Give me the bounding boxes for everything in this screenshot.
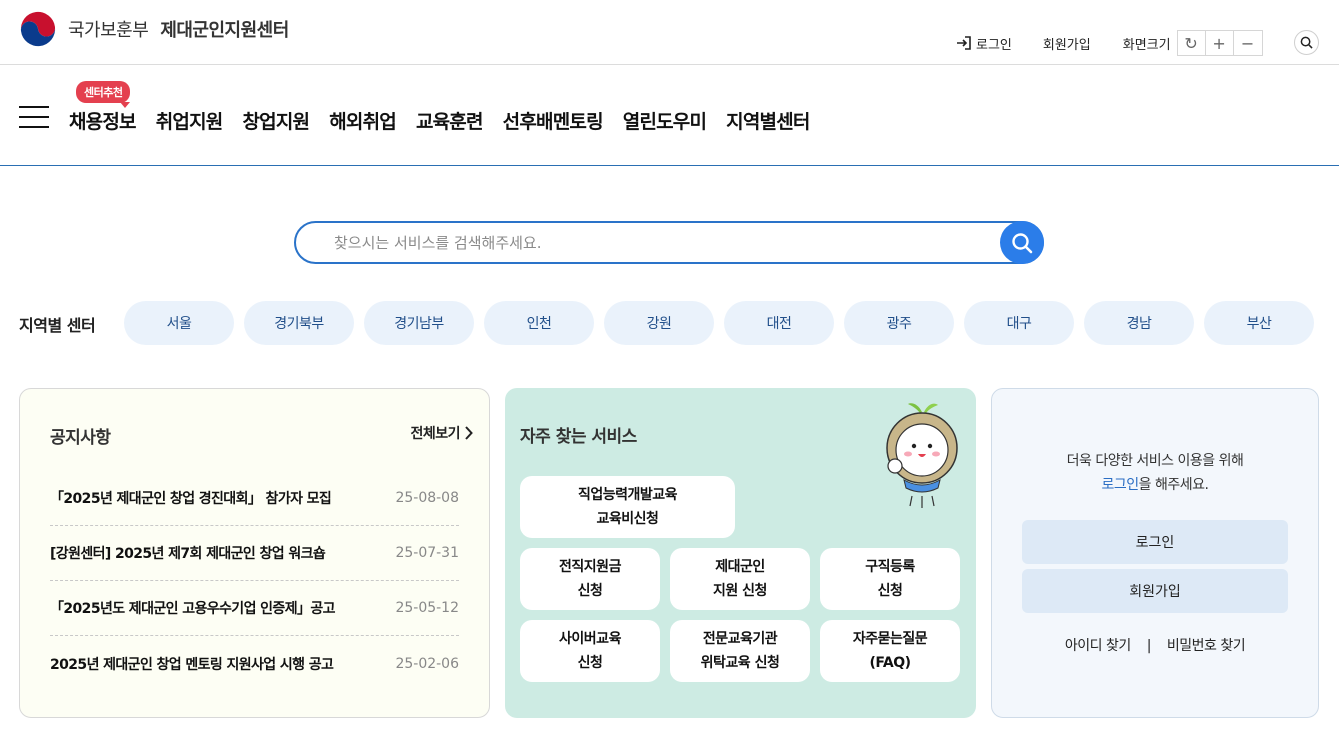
mascot-character-icon [886, 403, 958, 508]
service-training-fee[interactable]: 직업능력개발교육 교육비신청 [520, 476, 735, 538]
notice-list: 「2025년 제대군인 창업 경진대회」 참가자 모집 25-08-08 [강원… [50, 471, 459, 691]
gnb-item-overseas-jobs[interactable]: 해외취업 [329, 107, 397, 134]
notice-card: 공지사항 전체보기 「2025년 제대군인 창업 경진대회」 참가자 모집 25… [19, 388, 490, 718]
notice-item-date: 25-02-06 [395, 655, 459, 672]
region-gyeonggi-north[interactable]: 경기북부 [244, 301, 354, 345]
notice-item-date: 25-05-12 [395, 600, 459, 616]
notice-item[interactable]: 「2025년 제대군인 창업 경진대회」 참가자 모집 25-08-08 [50, 471, 459, 526]
service-job-registration[interactable]: 구직등록 신청 [820, 548, 960, 610]
service-veteran-support[interactable]: 제대군인 지원 신청 [670, 548, 810, 610]
notice-item[interactable]: [강원센터] 2025년 제7회 제대군인 창업 워크숍 25-07-31 [50, 526, 459, 581]
services-title: 자주 찾는 서비스 [520, 427, 637, 447]
notice-item-date: 25-08-08 [395, 490, 459, 506]
utility-menu: 로그인 회원가입 화면크기 ↻ + − [956, 30, 1263, 56]
login-button[interactable]: 로그인 [1022, 520, 1288, 564]
gnb-menu: 채용정보 취업지원 창업지원 해외취업 교육훈련 선후배멘토링 열린도우미 지역… [69, 107, 810, 134]
notice-more-label: 전체보기 [410, 426, 460, 442]
login-message-line2: 로그인을 해주세요. [992, 473, 1318, 497]
region-label: 지역별 센터 [19, 316, 96, 335]
recommend-badge: 센터추천 [76, 81, 131, 108]
org-name: 국가보훈부 [68, 20, 149, 41]
service-consigned-education[interactable]: 전문교육기관 위탁교육 신청 [670, 620, 810, 682]
service-cyber-education[interactable]: 사이버교육 신청 [520, 620, 660, 682]
service-transition-grant[interactable]: 전직지원금 신청 [520, 548, 660, 610]
zoom-in-button[interactable]: + [1206, 31, 1234, 55]
find-password-link[interactable]: 비밀번호 찾기 [1167, 638, 1246, 654]
region-buttons: 서울 경기북부 경기남부 인천 강원 대전 광주 대구 경남 부산 [124, 301, 1314, 345]
notice-item[interactable]: 2025년 제대군인 창업 멘토링 지원사업 시행 공고 25-02-06 [50, 636, 459, 691]
zoom-controls: ↻ + − [1176, 30, 1263, 56]
services-card: 자주 찾는 서비스 직업능력개발교육 교육비신청 전직지원금 신청 제대군인 지… [505, 388, 976, 718]
search-icon [1300, 36, 1313, 49]
login-icon [957, 36, 971, 50]
region-gyeonggi-south[interactable]: 경기남부 [364, 301, 474, 345]
header-search-button[interactable] [1294, 30, 1319, 55]
notice-item-title: [강원센터] 2025년 제7회 제대군인 창업 워크숍 [50, 546, 326, 562]
zoom-reset-button[interactable]: ↻ [1178, 31, 1206, 55]
region-daejeon[interactable]: 대전 [724, 301, 834, 345]
zoom-out-button[interactable]: − [1234, 31, 1262, 55]
login-link[interactable]: 로그인 [956, 34, 1012, 53]
notice-title: 공지사항 [50, 428, 111, 448]
notice-item-date: 25-07-31 [395, 545, 459, 561]
join-link[interactable]: 회원가입 [1043, 34, 1091, 53]
gnb-item-open-helper[interactable]: 열린도우미 [623, 107, 707, 134]
find-separator: | [1146, 638, 1152, 654]
region-daegu[interactable]: 대구 [964, 301, 1074, 345]
search-input[interactable] [334, 232, 974, 254]
gnb-item-regional-centers[interactable]: 지역별센터 [726, 107, 810, 134]
menu-icon[interactable] [19, 106, 49, 130]
main-search [294, 221, 1044, 264]
region-gangwon[interactable]: 강원 [604, 301, 714, 345]
gnb-item-employment-support[interactable]: 취업지원 [156, 107, 224, 134]
account-find-links: 아이디 찾기 | 비밀번호 찾기 [992, 635, 1318, 655]
region-incheon[interactable]: 인천 [484, 301, 594, 345]
login-card: 더욱 다양한 서비스 이용을 위해 로그인을 해주세요. 로그인 회원가입 아이… [991, 388, 1319, 718]
gnb-item-education[interactable]: 교육훈련 [416, 107, 484, 134]
login-label: 로그인 [976, 37, 1012, 53]
main-navigation: 센터추천 채용정보 취업지원 창업지원 해외취업 교육훈련 선후배멘토링 열린도… [0, 65, 1339, 166]
region-seoul[interactable]: 서울 [124, 301, 234, 345]
zoom-label: 화면크기 [1122, 37, 1171, 53]
region-busan[interactable]: 부산 [1204, 301, 1314, 345]
search-button[interactable] [1000, 221, 1044, 264]
login-message-tail: 을 해주세요. [1138, 477, 1209, 493]
find-id-link[interactable]: 아이디 찾기 [1065, 638, 1131, 654]
search-icon [1012, 232, 1033, 253]
login-message-highlight[interactable]: 로그인 [1102, 477, 1140, 493]
service-faq[interactable]: 자주묻는질문 (FAQ) [820, 620, 960, 682]
notice-item-title: 「2025년도 제대군인 고용우수기업 인증제」공고 [50, 601, 336, 617]
center-name: 제대군인지원센터 [160, 20, 289, 41]
join-button[interactable]: 회원가입 [1022, 569, 1288, 613]
login-message-line1: 더욱 다양한 서비스 이용을 위해 [1066, 453, 1244, 469]
chevron-right-icon [465, 426, 473, 440]
notice-item-title: 「2025년 제대군인 창업 경진대회」 참가자 모집 [50, 491, 332, 507]
region-gyeongnam[interactable]: 경남 [1084, 301, 1194, 345]
gnb-item-mentoring[interactable]: 선후배멘토링 [503, 107, 604, 134]
notice-more-link[interactable]: 전체보기 [410, 423, 473, 443]
notice-item[interactable]: 「2025년도 제대군인 고용우수기업 인증제」공고 25-05-12 [50, 581, 459, 636]
notice-item-title: 2025년 제대군인 창업 멘토링 지원사업 시행 공고 [50, 656, 334, 673]
region-gwangju[interactable]: 광주 [844, 301, 954, 345]
gnb-item-startup-support[interactable]: 창업지원 [242, 107, 310, 134]
site-logo[interactable]: 국가보훈부 제대군인지원센터 [18, 9, 289, 49]
top-header: 국가보훈부 제대군인지원센터 로그인 회원가입 화면크기 ↻ + − [0, 0, 1339, 65]
gnb-item-jobs[interactable]: 채용정보 [69, 107, 137, 134]
taegeuk-logo-icon [19, 10, 57, 48]
login-message: 더욱 다양한 서비스 이용을 위해 로그인을 해주세요. [992, 449, 1318, 497]
